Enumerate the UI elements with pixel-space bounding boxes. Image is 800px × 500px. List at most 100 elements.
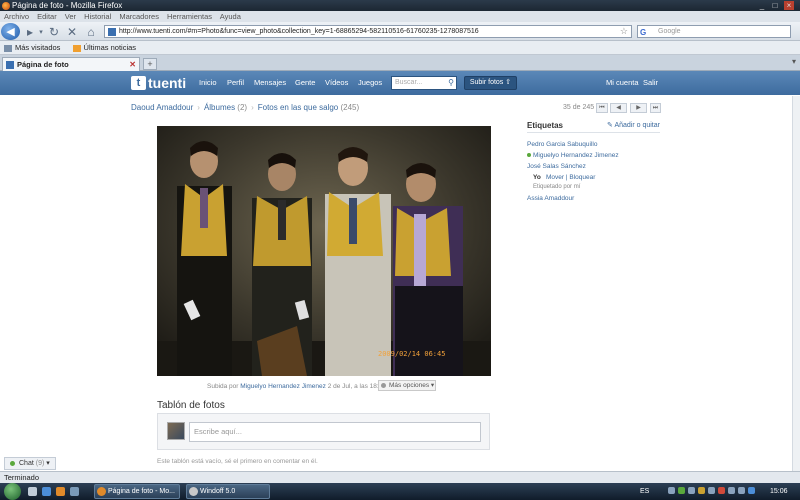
- rss-feed-icon: [72, 44, 81, 52]
- tray-icon[interactable]: [708, 487, 715, 494]
- tuenti-search-input[interactable]: Buscar... ⚲: [391, 76, 457, 90]
- tray-icon[interactable]: [678, 487, 685, 494]
- tagged-person[interactable]: Pedro Garcia Sabuquillo: [527, 141, 597, 148]
- comment-input[interactable]: Escribe aquí...: [189, 422, 481, 442]
- nav-logout[interactable]: Salir: [643, 71, 658, 95]
- menu-ayuda[interactable]: Ayuda: [220, 12, 241, 21]
- tagged-person[interactable]: José Salas Sánchez: [527, 163, 586, 170]
- nav-inicio[interactable]: Inicio: [199, 71, 217, 95]
- tagged-person[interactable]: Assia Amaddour: [527, 195, 574, 202]
- task-firefox[interactable]: Página de foto - Mo...: [94, 484, 180, 499]
- tagged-person-online[interactable]: Miguelyo Hernandez Jimenez: [527, 152, 619, 159]
- photo-counter: 35 de 245: [563, 104, 595, 111]
- menu-marcadores[interactable]: Marcadores: [119, 12, 159, 21]
- nav-videos[interactable]: Vídeos: [325, 71, 348, 95]
- task-label: Windoff 5.0: [200, 488, 236, 495]
- switch-windows-icon[interactable]: [70, 487, 79, 496]
- nav-gente[interactable]: Gente: [295, 71, 315, 95]
- breadcrumb: Daoud Amaddour › Álbumes (2) › Fotos en las …: [131, 103, 359, 112]
- breadcrumb-user[interactable]: Daoud Amaddour: [131, 103, 193, 112]
- maximize-button[interactable]: □: [770, 1, 780, 10]
- uploaded-prefix: Subida por: [207, 383, 239, 390]
- stop-icon: ✕: [66, 24, 78, 39]
- tags-title: Etiquetas: [527, 121, 564, 130]
- previous-photo-button[interactable]: ◀: [610, 103, 627, 113]
- tab-label: Página de foto: [17, 60, 69, 69]
- menu-archivo[interactable]: Archivo: [4, 12, 29, 21]
- tuenti-search-placeholder: Buscar...: [395, 79, 423, 86]
- stop-button[interactable]: ✕: [65, 23, 79, 40]
- list-all-tabs-icon[interactable]: ▾: [792, 57, 796, 66]
- forward-arrow-icon: ▸: [26, 24, 34, 39]
- main-photo[interactable]: [157, 126, 491, 376]
- close-tab-icon[interactable]: ✕: [129, 58, 136, 71]
- chat-button[interactable]: Chat (9) ▾: [4, 457, 56, 470]
- albums-count: (2): [237, 103, 248, 112]
- forward-button[interactable]: ▸: [23, 23, 37, 40]
- task-windoff[interactable]: Windoff 5.0: [186, 484, 270, 499]
- comment-placeholder: Escribe aquí...: [194, 427, 242, 436]
- upload-photos-button[interactable]: Subir fotos ⇧: [464, 76, 517, 90]
- new-tab-button[interactable]: +: [143, 58, 157, 70]
- network-icon[interactable]: [728, 487, 735, 494]
- ie-quicklaunch-icon[interactable]: [42, 487, 51, 496]
- window-title: Página de foto - Mozilla Firefox: [12, 1, 123, 10]
- volume-icon[interactable]: [738, 487, 745, 494]
- tray-icon[interactable]: [688, 487, 695, 494]
- breadcrumb-album[interactable]: Fotos en las que salgo: [258, 103, 339, 112]
- nav-perfil[interactable]: Perfil: [227, 71, 244, 95]
- menu-historial[interactable]: Historial: [84, 12, 111, 21]
- chevron-down-icon: ▾: [46, 460, 50, 467]
- bookmarks-folder-icon: [4, 44, 12, 52]
- task-label: Página de foto - Mo...: [108, 488, 175, 495]
- photo-scene: [157, 126, 491, 376]
- nav-juegos[interactable]: Juegos: [358, 71, 382, 95]
- tray-icon[interactable]: [718, 487, 725, 494]
- firefox-quicklaunch-icon[interactable]: [56, 487, 65, 496]
- language-indicator[interactable]: ES: [640, 488, 649, 495]
- home-button[interactable]: ⌂: [84, 23, 98, 40]
- bookmark-most-visited[interactable]: Más visitados: [4, 41, 60, 55]
- uploader-link[interactable]: Miguelyo Hernandez Jimenez: [240, 383, 326, 390]
- show-desktop-icon[interactable]: [28, 487, 37, 496]
- app-icon: [189, 487, 198, 496]
- bookmark-star-icon[interactable]: ☆: [620, 26, 628, 37]
- reload-button[interactable]: ↻: [47, 23, 61, 40]
- menu-ver[interactable]: Ver: [65, 12, 76, 21]
- breadcrumb-albums[interactable]: Álbumes: [204, 103, 235, 112]
- tab-photo-page[interactable]: Página de foto ✕: [2, 57, 140, 71]
- chevron-down-icon: ▾: [430, 382, 435, 389]
- page-scrollbar[interactable]: [792, 96, 800, 471]
- you-label: Yo: [533, 174, 541, 181]
- minimize-button[interactable]: _: [757, 1, 767, 10]
- start-button[interactable]: [4, 483, 21, 500]
- bookmark-latest-news[interactable]: Últimas noticias: [72, 41, 136, 55]
- search-placeholder: Google: [658, 28, 681, 35]
- clock[interactable]: 15:06: [770, 483, 788, 500]
- search-engine-box[interactable]: G Google: [637, 25, 791, 38]
- photo-date-stamp: 2009/02/14 06:45: [378, 350, 446, 358]
- system-tray: ES: [640, 484, 649, 499]
- firefox-icon: [97, 487, 106, 496]
- close-window-button[interactable]: ×: [784, 1, 794, 10]
- first-photo-button[interactable]: ⏮: [596, 103, 608, 113]
- back-arrow-icon: ◀: [6, 26, 15, 38]
- next-photo-button[interactable]: ▶: [630, 103, 647, 113]
- menu-editar[interactable]: Editar: [37, 12, 57, 21]
- menu-herramientas[interactable]: Herramientas: [167, 12, 212, 21]
- add-remove-tags-link[interactable]: ✎ Añadir o quitar: [607, 121, 660, 129]
- tuenti-logo[interactable]: t tuenti: [131, 75, 186, 91]
- more-options-button[interactable]: Más opciones ▾: [378, 380, 436, 391]
- move-block-links[interactable]: Mover | Bloquear: [546, 174, 595, 181]
- tray-icon[interactable]: [668, 487, 675, 494]
- address-bar[interactable]: http://www.tuenti.com/#m=Photo&func=view…: [104, 25, 632, 38]
- last-photo-button[interactable]: ⏭: [650, 103, 661, 113]
- nav-mensajes[interactable]: Mensajes: [254, 71, 286, 95]
- nav-my-account[interactable]: Mi cuenta: [606, 71, 639, 95]
- history-dropdown-button[interactable]: ▾: [37, 23, 45, 40]
- tray-icon[interactable]: [748, 487, 755, 494]
- back-button[interactable]: ◀: [1, 23, 20, 40]
- bookmarks-toolbar: Más visitados Últimas noticias: [0, 41, 800, 55]
- tab-bar: Página de foto ✕ + ▾: [0, 55, 800, 71]
- tray-icon[interactable]: [698, 487, 705, 494]
